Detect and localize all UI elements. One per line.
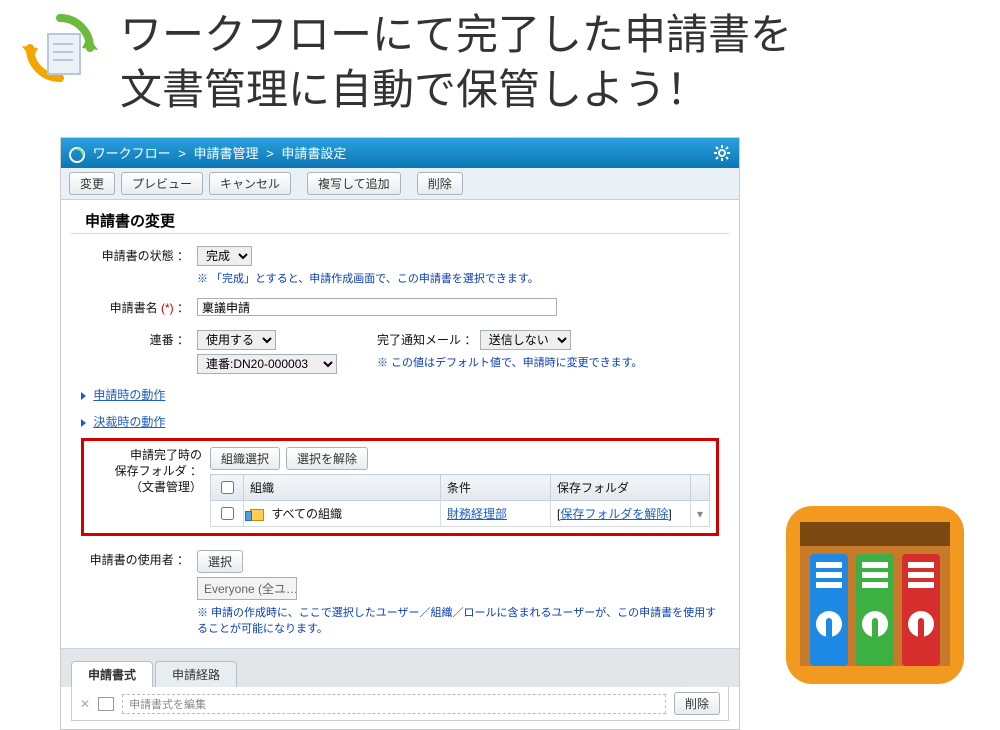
name-input[interactable]: [197, 298, 557, 316]
org-row: すべての組織 財務経理部 [保存フォルダを解除] ▾: [211, 501, 710, 527]
delete-button[interactable]: 削除: [417, 172, 463, 195]
on-approve-link[interactable]: 決裁時の動作: [93, 415, 165, 429]
notify-label: 完了通知メール ：: [377, 333, 476, 347]
expand-icon: [81, 392, 86, 400]
serial-number-select[interactable]: 連番:DN20-000003: [197, 354, 337, 374]
app-window: ワークフロー > 申請書管理 > 申請書設定 変更 プレビュー キャンセル 複写…: [60, 137, 740, 730]
cancel-button[interactable]: キャンセル: [209, 172, 291, 195]
org-tree-icon: [250, 509, 264, 521]
breadcrumb-root[interactable]: ワークフロー: [93, 146, 171, 161]
status-select[interactable]: 完成: [197, 246, 252, 266]
users-label: 申請書の使用者 ：: [77, 550, 197, 570]
org-row-name: すべての組織: [271, 507, 342, 521]
users-select-button[interactable]: 選択: [197, 550, 243, 573]
tab-form[interactable]: 申請書式: [71, 661, 153, 687]
notify-note: ※ この値はデフォルト値で、申請時に変更できます。: [377, 354, 643, 370]
org-row-checkbox[interactable]: [221, 507, 234, 520]
status-note: ※ 「完成」とすると、申請作成画面で、この申請書を選択できます。: [197, 270, 723, 286]
org-col-org: 組織: [244, 475, 441, 501]
close-icon[interactable]: ✕: [80, 697, 90, 711]
serial-use-select[interactable]: 使用する: [197, 330, 276, 350]
org-col-folder: 保存フォルダ: [550, 475, 690, 501]
change-button[interactable]: 変更: [69, 172, 115, 195]
users-value[interactable]: Everyone (全ユ…: [197, 577, 297, 600]
row-scroll-hint-icon: ▾: [690, 501, 709, 527]
org-select-button[interactable]: 組織選択: [210, 447, 280, 470]
serial-label: 連番 ：: [77, 330, 197, 350]
name-label: 申請書名 (*) ：: [77, 298, 197, 318]
users-note: ※ 申請の作成時に、ここで選択したユーザー／組織／ロールに含まれるユーザーが、こ…: [197, 604, 723, 636]
org-folder-clear-link[interactable]: 保存フォルダを解除: [560, 507, 668, 521]
breadcrumb: ワークフロー > 申請書管理 > 申請書設定: [69, 143, 346, 163]
tabs-bar: 申請書式 申請経路: [61, 648, 739, 687]
bottom-delete-button[interactable]: 削除: [674, 692, 720, 715]
org-col-cond: 条件: [440, 475, 550, 501]
section-title: 申請書の変更: [71, 200, 729, 234]
form-edit-placeholder[interactable]: 申請書式を編集: [122, 694, 666, 714]
page-title: ワークフローにて完了した申請書を 文書管理に自動で保管しよう！: [120, 8, 792, 117]
org-select-all-checkbox[interactable]: [221, 481, 234, 494]
save-folder-section: 申請完了時の 保存フォルダ ： （文書管理） 組織選択 選択を解除: [81, 438, 719, 536]
expand-icon: [81, 419, 86, 427]
on-apply-link[interactable]: 申請時の動作: [93, 388, 165, 402]
org-clear-button[interactable]: 選択を解除: [286, 447, 368, 470]
item-icon: [98, 697, 114, 711]
tab-content: ✕ 申請書式を編集 削除: [71, 687, 729, 721]
workflow-icon: [69, 146, 93, 161]
tab-route[interactable]: 申請経路: [155, 661, 237, 687]
breadcrumb-level1[interactable]: 申請書管理: [193, 146, 258, 161]
breadcrumb-level2[interactable]: 申請書設定: [281, 146, 346, 161]
copy-add-button[interactable]: 複写して追加: [307, 172, 401, 195]
status-label: 申請書の状態 ：: [77, 246, 197, 266]
notify-select[interactable]: 送信しない: [480, 330, 571, 350]
save-folder-label: 申請完了時の 保存フォルダ ： （文書管理）: [90, 447, 210, 527]
preview-button[interactable]: プレビュー: [121, 172, 203, 195]
org-cond-link[interactable]: 財務経理部: [447, 507, 507, 521]
settings-gear-icon[interactable]: [713, 144, 731, 162]
org-table: 組織 条件 保存フォルダ: [210, 474, 710, 527]
document-management-icon: [780, 500, 970, 690]
workflow-document-icon: [20, 12, 100, 92]
action-toolbar: 変更 プレビュー キャンセル 複写して追加 削除: [61, 168, 739, 200]
